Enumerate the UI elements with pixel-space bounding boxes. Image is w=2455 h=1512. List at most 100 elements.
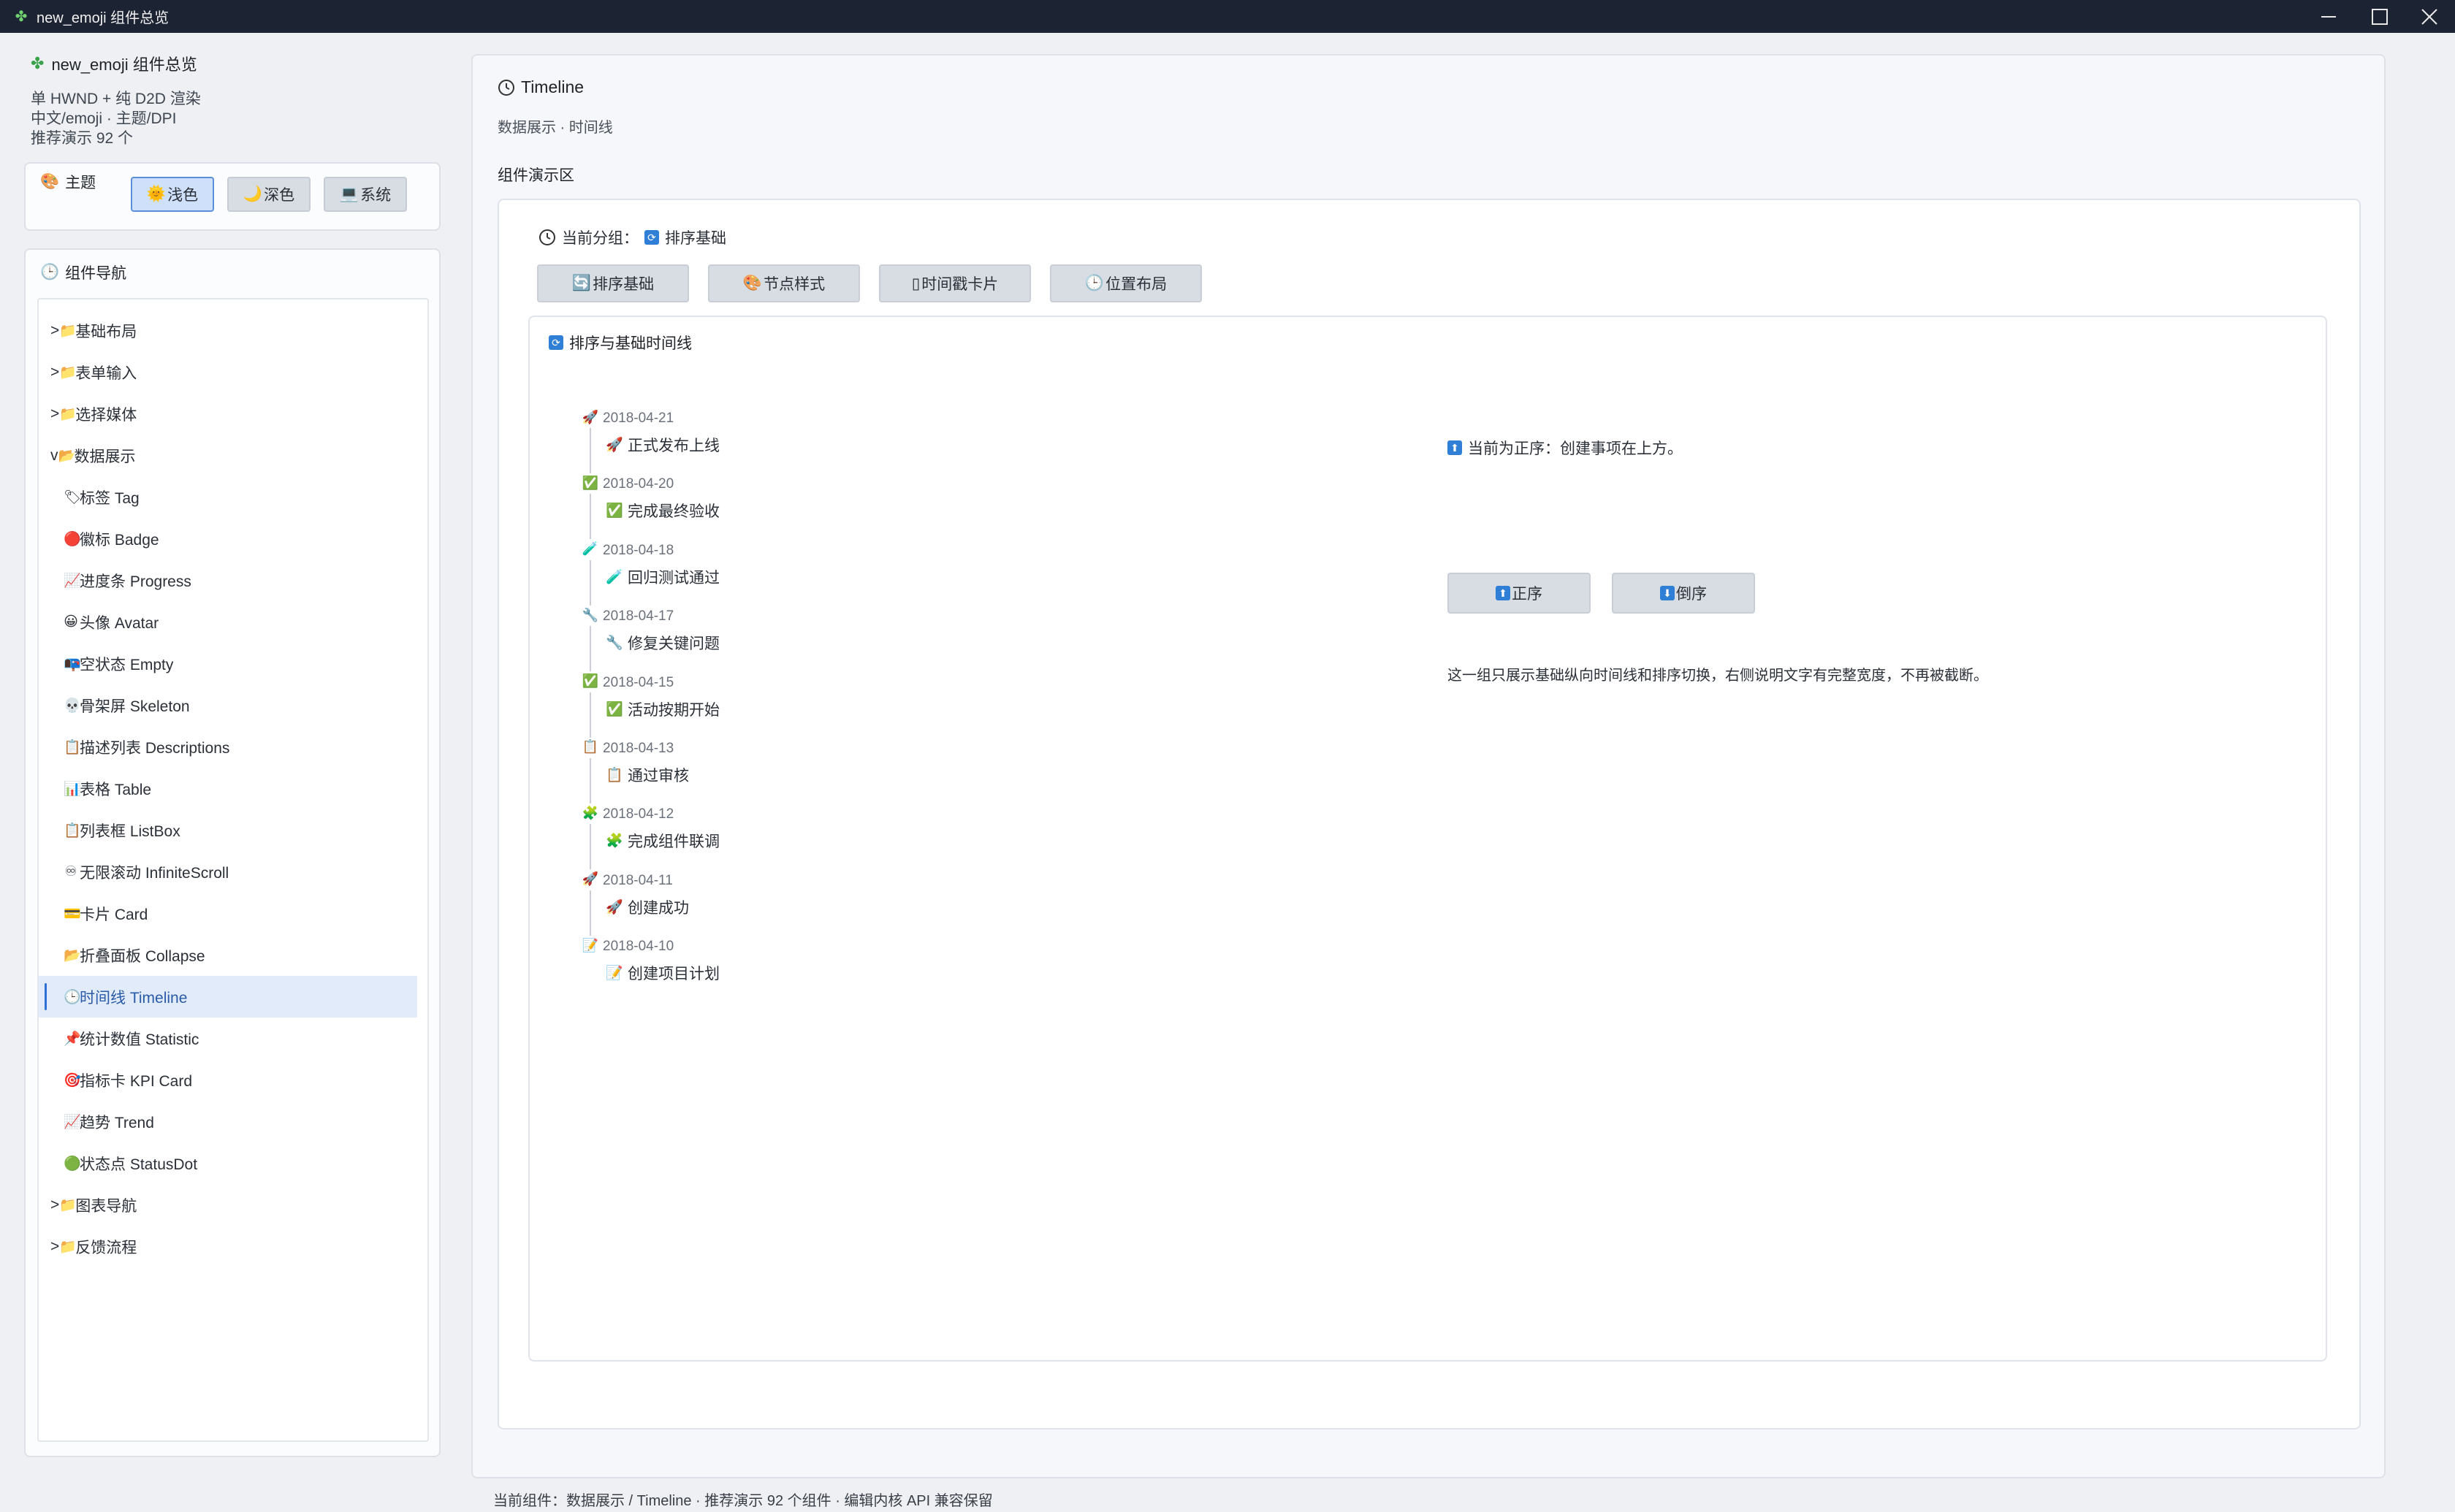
minimize-button[interactable] bbox=[2303, 0, 2354, 33]
clock-icon bbox=[539, 229, 555, 245]
theme-label: 🎨 主题 bbox=[40, 171, 96, 193]
nav-label: 趋势 Trend bbox=[80, 1114, 154, 1131]
pin-icon: 📌 bbox=[64, 1031, 81, 1047]
folder-open-icon: 📂 bbox=[64, 947, 81, 963]
refresh-icon: 🔄 bbox=[571, 275, 592, 291]
page-title: Timeline bbox=[498, 77, 584, 97]
folder-icon: 📁 bbox=[59, 323, 77, 339]
sort-ascending-button[interactable]: ⬆ 正序 bbox=[1447, 573, 1591, 614]
nav-title: 🕒 组件导航 bbox=[40, 261, 126, 283]
nav-label: 空状态 Empty bbox=[80, 656, 174, 673]
expand-chevron: > bbox=[50, 321, 60, 339]
refresh-icon: ⟳ bbox=[644, 230, 659, 245]
timeline-content: 🧪 回归测试通过 bbox=[606, 566, 720, 588]
timeline-date: 2018-04-18 bbox=[603, 542, 674, 558]
nav-item-kpi-card[interactable]: 🎯 指标卡 KPI Card bbox=[39, 1059, 427, 1101]
meta-line: 推荐演示 92 个 bbox=[31, 130, 134, 147]
nav-group-feedback-flow[interactable]: > 📁 反馈流程 bbox=[39, 1226, 427, 1267]
timeline-date: 2018-04-13 bbox=[603, 740, 674, 756]
nav-item-listbox[interactable]: 📋 列表框 ListBox bbox=[39, 809, 427, 851]
down-arrow-icon: ⬇ bbox=[1660, 586, 1675, 600]
nav-item-avatar[interactable]: 😀 头像 Avatar bbox=[39, 601, 427, 643]
puzzle-icon: ✤ bbox=[31, 54, 45, 72]
timeline-section-card: ⟳ 排序与基础时间线 🚀 2018-04-21 🚀 正式发布上线 ✅ 2018-0… bbox=[528, 316, 2327, 1362]
nav-item-empty[interactable]: 📭 空状态 Empty bbox=[39, 643, 427, 684]
folder-icon: 📁 bbox=[59, 1239, 77, 1255]
timeline-content: 🚀 正式发布上线 bbox=[606, 434, 720, 456]
nav-label: 基础布局 bbox=[75, 323, 137, 340]
theme-dark-button[interactable]: 🌙 深色 bbox=[227, 177, 311, 212]
nav-item-collapse[interactable]: 📂 折叠面板 Collapse bbox=[39, 934, 427, 976]
tab-position-layout[interactable]: 🕒 位置布局 bbox=[1050, 264, 1202, 302]
expand-chevron: > bbox=[50, 1237, 60, 1255]
clock-icon: 🕒 bbox=[64, 989, 81, 1005]
timeline-text: 回归测试通过 bbox=[628, 569, 720, 587]
check-icon: ✅ bbox=[606, 701, 623, 717]
nav-item-trend[interactable]: 📈 趋势 Trend bbox=[39, 1101, 427, 1142]
current-group: 当前分组： ⟳ 排序基础 bbox=[538, 226, 726, 248]
timeline-content: ✅ 完成最终验收 bbox=[606, 500, 720, 522]
theme-light-button[interactable]: 🌞 浅色 bbox=[131, 177, 214, 212]
nav-group-chart-nav[interactable]: > 📁 图表导航 bbox=[39, 1184, 427, 1226]
folder-icon: 📁 bbox=[59, 364, 77, 381]
nav-label: 选择媒体 bbox=[75, 406, 137, 424]
title-bar: ✤ new_emoji 组件总览 bbox=[0, 0, 2455, 33]
maximize-button[interactable] bbox=[2354, 0, 2405, 33]
refresh-icon: ⟳ bbox=[549, 335, 563, 350]
timeline-connector bbox=[590, 692, 591, 738]
timeline-text: 活动按期开始 bbox=[628, 701, 720, 719]
tab-timestamp-card[interactable]: ▯ 时间戳卡片 bbox=[879, 264, 1031, 302]
demo-area: 当前分组： ⟳ 排序基础 🔄 排序基础 🎨 节点样式 ▯ 时间戳卡片 🕒 位置布… bbox=[498, 199, 2361, 1429]
clipboard-icon: 📋 bbox=[582, 739, 599, 755]
nav-item-tag[interactable]: 🏷 标签 Tag bbox=[39, 476, 427, 518]
timeline-connector bbox=[590, 890, 591, 936]
nav-tree[interactable]: > 📁 基础布局 > 📁 表单输入 > 📁 选择媒体 v 📂 数据展示 🏷 标签 Tag 🔴 徽标 … bbox=[37, 298, 429, 1442]
timeline-content: 🔧 修复关键问题 bbox=[606, 632, 720, 654]
bar-chart-icon: 📊 bbox=[64, 781, 81, 797]
tab-sort-basic[interactable]: 🔄 排序基础 bbox=[537, 264, 689, 302]
theme-panel: 🎨 主题 🌞 浅色 🌙 深色 💻 系统 bbox=[24, 162, 441, 231]
nav-item-status-dot[interactable]: 🟢 状态点 StatusDot bbox=[39, 1142, 427, 1184]
nav-item-statistic[interactable]: 📌 统计数值 Statistic bbox=[39, 1017, 427, 1059]
clock-icon bbox=[498, 79, 514, 96]
theme-label-text: 主题 bbox=[65, 175, 96, 191]
theme-system-label: 系统 bbox=[360, 187, 392, 204]
timeline-connector bbox=[590, 626, 591, 672]
nav-item-skeleton[interactable]: 💀 骨架屏 Skeleton bbox=[39, 684, 427, 726]
timeline-content: 📋 通过审核 bbox=[606, 764, 689, 786]
nav-label: 指标卡 KPI Card bbox=[80, 1072, 193, 1090]
nav-item-timeline[interactable]: 🕒 时间线 Timeline bbox=[39, 976, 417, 1017]
close-button[interactable] bbox=[2404, 0, 2455, 33]
nav-label: 表单输入 bbox=[75, 364, 137, 382]
tab-node-style[interactable]: 🎨 节点样式 bbox=[708, 264, 860, 302]
nav-item-card[interactable]: 💳 卡片 Card bbox=[39, 893, 427, 934]
nav-label: 反馈流程 bbox=[75, 1239, 137, 1256]
nav-item-infinite-scroll[interactable]: ♾ 无限滚动 InfiniteScroll bbox=[39, 851, 427, 893]
nav-group-form-input[interactable]: > 📁 表单输入 bbox=[39, 351, 427, 393]
nav-label: 图表导航 bbox=[75, 1197, 137, 1215]
nav-item-progress[interactable]: 📈 进度条 Progress bbox=[39, 560, 427, 601]
page-subtitle: 数据展示 · 时间线 bbox=[498, 120, 613, 136]
nav-item-descriptions[interactable]: 📋 描述列表 Descriptions bbox=[39, 726, 427, 768]
nav-group-data-display[interactable]: v 📂 数据展示 bbox=[39, 435, 427, 476]
tab-label: 节点样式 bbox=[764, 276, 826, 293]
meta-line: 中文/emoji · 主题/DPI bbox=[31, 110, 177, 127]
check-icon: ✅ bbox=[606, 503, 623, 519]
folder-icon: 📁 bbox=[59, 1197, 77, 1213]
test-tube-icon: 🧪 bbox=[582, 541, 599, 557]
nav-item-table[interactable]: 📊 表格 Table bbox=[39, 768, 427, 809]
timeline-text: 修复关键问题 bbox=[628, 635, 720, 653]
chart-up-icon: 📈 bbox=[64, 573, 81, 589]
skull-icon: 💀 bbox=[64, 698, 81, 714]
current-group-label: 当前分组： bbox=[562, 230, 639, 247]
target-icon: 🎯 bbox=[64, 1072, 81, 1088]
status-bar: 当前组件：数据展示 / Timeline · 推荐演示 92 个组件 · 编辑内… bbox=[493, 1493, 993, 1509]
theme-system-button[interactable]: 💻 系统 bbox=[324, 177, 407, 212]
nav-item-badge[interactable]: 🔴 徽标 Badge bbox=[39, 518, 427, 560]
smile-icon: 😀 bbox=[64, 614, 78, 630]
nav-label: 数据展示 bbox=[74, 448, 136, 465]
button-label: 倒序 bbox=[1676, 586, 1707, 603]
nav-group-selection-media[interactable]: > 📁 选择媒体 bbox=[39, 393, 427, 435]
nav-group-basic-layout[interactable]: > 📁 基础布局 bbox=[39, 310, 427, 351]
sort-descending-button[interactable]: ⬇ 倒序 bbox=[1612, 573, 1755, 614]
